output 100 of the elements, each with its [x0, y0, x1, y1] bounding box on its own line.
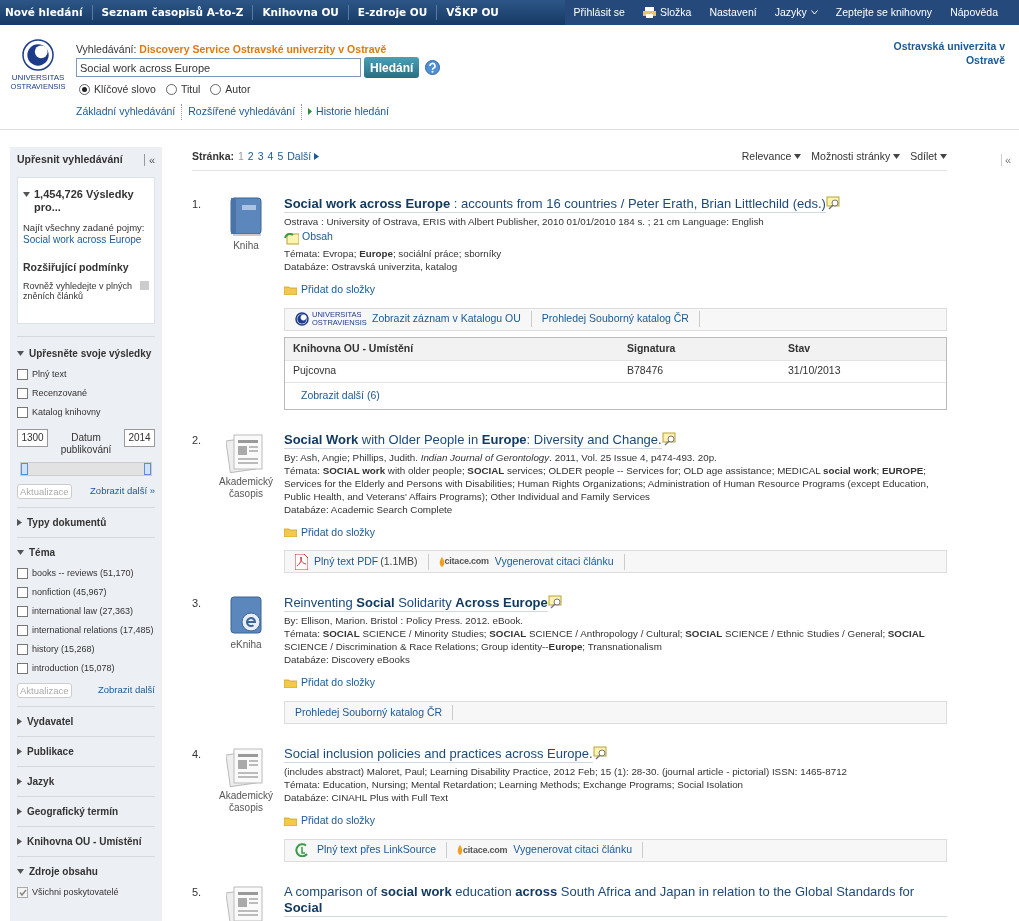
document-type-label: eKniha [229, 639, 263, 652]
expander-text: Rovněž vyhledejte v plných zněních článků [23, 280, 133, 301]
result-title[interactable]: A comparison of social work education across South Africa and Japan in relation to the Global Standards for Social [284, 883, 947, 917]
document-type-label: Akademický časopis [218, 790, 274, 814]
add-to-folder-link[interactable]: Přidat do složky [284, 524, 947, 541]
year-from-field[interactable]: 1300 [17, 428, 48, 447]
facet-header[interactable]: Geografický termín [17, 804, 155, 818]
result-link[interactable]: Zobrazit záznam v Katalogu OU [372, 311, 521, 327]
facet-header[interactable]: Upřesněte svoje výsledky [17, 346, 155, 360]
facet-header[interactable]: Jazyk [17, 774, 155, 788]
facet-option[interactable]: nonfiction (45,967) [17, 585, 155, 599]
search-mode-radio[interactable]: Titul [165, 82, 201, 98]
dropdown-menu[interactable]: Sdílet [910, 148, 947, 165]
result-number: 4. [192, 747, 203, 762]
remove-button[interactable] [140, 280, 149, 290]
nav-link[interactable]: Jazyky [765, 4, 827, 21]
dropdown-menu[interactable]: Relevance [741, 148, 802, 165]
table-cell-text: B78476 [627, 363, 665, 379]
search-mode-radio[interactable]: Autor [210, 82, 251, 98]
nav-link[interactable]: Knihovna OU [252, 4, 348, 21]
help-icon [425, 60, 441, 75]
query-link[interactable]: Social work across Europe [23, 234, 149, 246]
show-more-link[interactable]: Zobrazit další [97, 683, 155, 698]
caret-icon [314, 153, 320, 160]
add-to-folder-link[interactable]: Přidat do složky [284, 675, 947, 691]
page-link[interactable]: 2 [247, 148, 254, 165]
result-title[interactable]: Social work across Europe : accounts from 16 countries / Peter Erath, Brian Littlechild (eds.) [284, 196, 826, 213]
facet-option[interactable]: Katalog knihovny [17, 405, 155, 419]
facet-option[interactable]: books -- reviews (51,170) [17, 566, 155, 580]
facet-option[interactable]: Recenzované [17, 386, 155, 400]
result-number: 5. [192, 884, 203, 900]
facet-option[interactable]: Všichni poskytovatelé [17, 885, 155, 899]
facet-option[interactable]: history (15,268) [17, 642, 155, 656]
facet-option[interactable]: international law (27,363) [17, 604, 155, 618]
table-cell-text: Pujcovna [293, 363, 338, 379]
caret-icon [23, 192, 30, 197]
year-to-field[interactable]: 2014 [124, 428, 155, 447]
facet-header[interactable]: Téma [17, 545, 155, 559]
record-details: Databáze: Discovery eBooks [284, 653, 411, 667]
column-header: Signatura [627, 340, 677, 356]
facet-option[interactable]: introduction (15,078) [17, 661, 155, 675]
facet-option[interactable]: international relations (17,485) [17, 623, 155, 637]
nav-link[interactable]: Seznam časopisů A-to-Z [91, 4, 253, 21]
date-label: Datum publikování [59, 431, 113, 456]
facet-header[interactable]: Knihovna OU - Umístění [17, 834, 155, 848]
nav-link[interactable]: Složka [633, 4, 701, 21]
collapse-button[interactable]: « [1000, 154, 1011, 166]
search-link[interactable]: Rozšířené vyhledávání [181, 103, 302, 120]
result-link[interactable]: Vygenerovat citaci článku [513, 842, 633, 859]
search-link[interactable]: Základní vyhledávání [76, 103, 182, 120]
result-title[interactable]: Social inclusion policies and practices across Europe. [284, 746, 593, 763]
slider-handle[interactable] [144, 462, 151, 475]
contents-link[interactable]: Obsah [284, 229, 947, 245]
document-type-label: Kniha [232, 240, 260, 252]
search-mode-radio[interactable]: Klíčové slovo [79, 82, 156, 98]
document-stack-icon [226, 884, 266, 921]
record-details: Databáze: Ostravská univerzita, katalog [284, 259, 459, 273]
dropdown-menu[interactable]: Možnosti stránky [811, 148, 901, 165]
record-details: (includes abstract) Maloret, Paul; Learning Disability Practice, 2012 Feb; 15 (1): 28-30. (journal article - pictorial) ISSN: 1465-8712 [284, 765, 849, 778]
result-link[interactable]: Plný text PDF [314, 553, 379, 570]
date-range-slider[interactable] [21, 462, 151, 475]
facet-header[interactable]: Vydavatel [17, 714, 155, 728]
page-link[interactable]: 4 [267, 148, 274, 165]
result-title[interactable]: Reinventing Social Solidarity Across Europe [284, 595, 548, 613]
record-details: Témata: Education, Nursing; Mental Retardation; Learning Methods; Exchange Programs; Social Isolation [284, 778, 745, 791]
facet-header[interactable]: Publikace [17, 744, 155, 758]
nav-link[interactable]: Nové hledání [0, 4, 92, 21]
facet-header[interactable]: Zdroje obsahu [17, 864, 155, 878]
facet-option[interactable]: Plný text [17, 367, 155, 381]
search-button[interactable]: Hledání [364, 57, 420, 78]
document-stack-icon [226, 747, 266, 787]
collapse-button[interactable]: « [143, 154, 155, 166]
show-more-link[interactable]: Zobrazit další (6) [301, 387, 380, 404]
search-link[interactable]: Historie hledání [301, 103, 395, 120]
slider-handle[interactable] [21, 462, 28, 475]
facet-header[interactable]: Typy dokumentů [17, 515, 155, 529]
nav-link[interactable]: VŠKP OU [436, 4, 508, 21]
record-details: Témata: Evropa; Europe; sociální práce; sborníky [284, 246, 503, 260]
nav-link[interactable]: Zeptejte se knihovny [826, 4, 942, 21]
add-to-folder-link[interactable]: Přidat do složky [284, 281, 947, 298]
page-link[interactable]: 5 [277, 148, 284, 165]
record-details: Databáze: Academic Search Complete [284, 502, 454, 516]
record-details: By: Ash, Angie; Phillips, Judith. Indian Journal of Gerontology. 2011, Vol. 25 Issue 4, p474-493. 20p. [284, 450, 718, 464]
next-page-link[interactable]: Další [287, 148, 320, 165]
search-field[interactable]: Social work across Europe [76, 58, 361, 77]
nav-link[interactable]: Nápověda [941, 4, 1007, 21]
result-link[interactable]: Vygenerovat citaci článku [494, 553, 614, 570]
nav-link[interactable]: Nastavení [700, 4, 766, 21]
show-more-link[interactable]: Zobrazit další » [90, 484, 155, 499]
nav-link[interactable]: Přihlásit se [564, 4, 634, 21]
printer-icon [642, 7, 656, 18]
result-link[interactable]: Prohledej Souborný katalog ČR [295, 704, 443, 721]
folder-icon [284, 678, 297, 689]
result-link[interactable]: Prohledej Souborný katalog ČR [541, 311, 689, 327]
result-link[interactable]: Plný text přes LinkSource [317, 842, 437, 859]
page-link[interactable]: 3 [257, 148, 264, 165]
result-title[interactable]: Social Work with Older People in Europe: Diversity and Change. [284, 431, 662, 449]
add-to-folder-link[interactable]: Přidat do složky [284, 813, 947, 829]
nav-link[interactable]: E-zdroje OU [347, 4, 437, 21]
citace-logo-text: citace.com [463, 843, 508, 857]
